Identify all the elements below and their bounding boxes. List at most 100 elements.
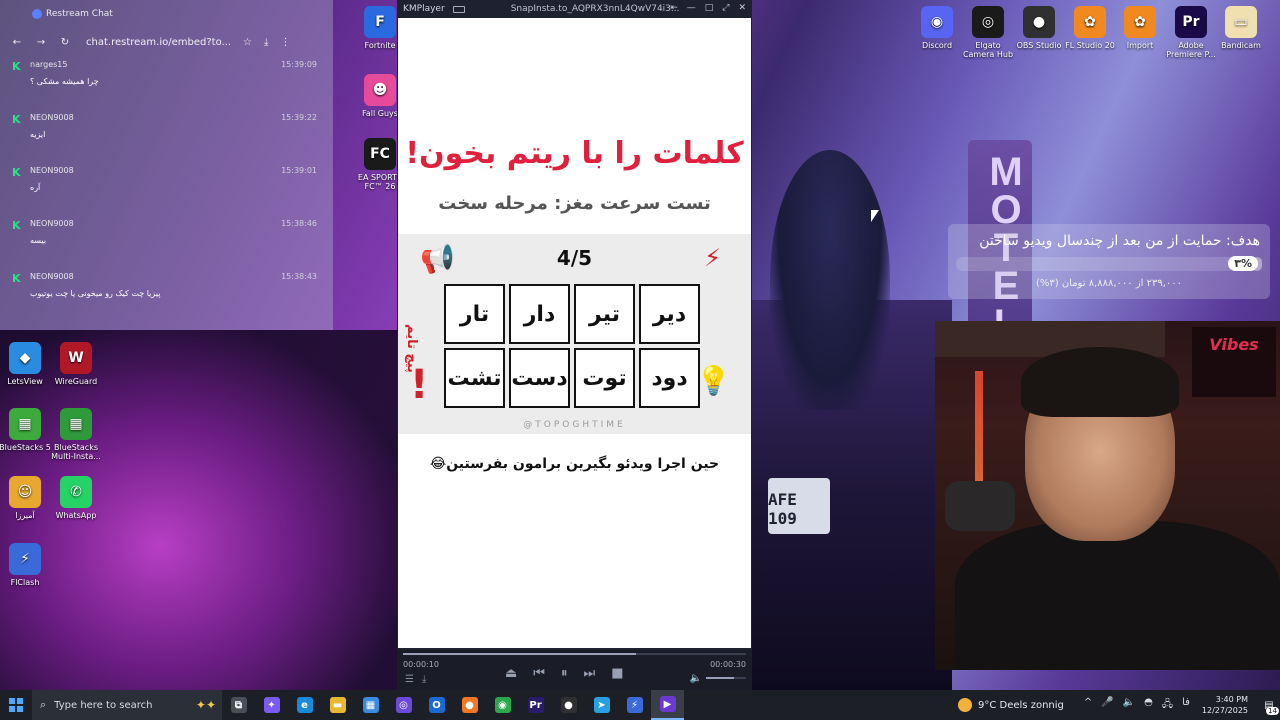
taskbar-app[interactable]: ✦ xyxy=(255,690,288,720)
open-file-icon[interactable]: ⤓ xyxy=(422,674,426,685)
desktop-shortcut[interactable]: ✿ FL Studio 20 xyxy=(1062,6,1118,50)
taskbar-app[interactable]: ◉ xyxy=(486,690,519,720)
task-view-icon: ⧉ xyxy=(230,697,247,713)
kick-logo-icon: K xyxy=(12,166,21,179)
word-cell: تشت xyxy=(444,348,505,408)
desktop-shortcut[interactable]: ◆ LetsView xyxy=(0,342,53,386)
desktop-shortcut-label: WireGuard xyxy=(54,377,98,386)
donation-amount: ۲۳۹,۰۰۰ از ۸,۸۸۸,۰۰۰ تومان (۳%) xyxy=(1035,278,1183,289)
desktop-shortcut-label: LetsView xyxy=(7,377,43,386)
flstudio-icon: ✿ xyxy=(1074,6,1106,38)
taskbar-app[interactable]: ● xyxy=(552,690,585,720)
taskbar: ⌕ Type here to search ✦✦ ⧉ ✦ e ▬ ▦ ◎ O ● ◉ Pr ● ➤ ⚡ ▶… xyxy=(0,690,1280,720)
bookmark-star-icon[interactable]: ☆ xyxy=(243,37,252,48)
pause-icon[interactable]: ⏸ xyxy=(561,666,568,681)
obs-icon: ● xyxy=(1023,6,1055,38)
word-cell: دست xyxy=(509,348,570,408)
desktop-shortcut[interactable]: ● OBS Studio xyxy=(1011,6,1067,50)
desktop-shortcut[interactable]: ◉ Discord xyxy=(909,6,965,50)
kmplayer-window: KMPlayer SnapInsta.to_AQPRX3nnL4QwV74i3.… xyxy=(397,0,752,690)
video-frame[interactable]: کلمات را با ریتم بخون! تست سرعت مغز: مرح… xyxy=(398,18,751,648)
weather-widget[interactable]: 9°C Deels zonnig xyxy=(958,698,1064,712)
taskbar-search[interactable]: ⌕ Type here to search ✦✦ xyxy=(32,690,222,720)
streamer-body xyxy=(955,521,1280,670)
volume-icon[interactable]: 🔈 xyxy=(1123,697,1135,714)
chat-timestamp: 15:39:01 xyxy=(281,166,317,175)
desktop-shortcut-label: Import xyxy=(1126,41,1154,50)
search-icon: ⌕ xyxy=(40,698,47,711)
kick-logo-icon: K xyxy=(12,272,21,285)
desktop-shortcut-label: BlueStacks 5 xyxy=(0,443,51,452)
lightbulb-icon: 💡 xyxy=(696,364,731,397)
taskbar-app[interactable]: Pr xyxy=(519,690,552,720)
desktop-shortcut[interactable]: ▦ BlueStacks 5 xyxy=(0,408,53,452)
chat-message: K NEON9008 15:39:22 ایزیه xyxy=(0,109,333,162)
chat-message: K NEON9008 15:38:43 پیزیا چت کیک رو میخونی … xyxy=(0,268,333,321)
playlist-icon[interactable]: ☰ xyxy=(405,674,414,685)
volume-slider[interactable] xyxy=(706,677,746,679)
battery-icon[interactable]: ◓ xyxy=(1144,697,1153,714)
word-grid: دیر تیر دار تار دود توت دست تشت xyxy=(444,284,700,408)
previous-icon[interactable]: ⏮ xyxy=(533,666,545,681)
clock[interactable]: 3:40 PM 12/27/2025 xyxy=(1202,694,1248,716)
stop-icon[interactable]: ■ xyxy=(611,666,623,681)
maximize-icon[interactable]: □ xyxy=(705,3,714,13)
telegram-icon: ➤ xyxy=(593,697,610,713)
desktop-shortcut[interactable]: ▭ Bandicam xyxy=(1213,6,1269,50)
desktop-shortcut[interactable]: ✆ WhatsApp xyxy=(48,476,104,520)
taskbar-app[interactable]: e xyxy=(288,690,321,720)
donation-percent-badge: ۳% xyxy=(1228,256,1258,271)
copilot-icon: ✦ xyxy=(263,697,280,713)
taskbar-app[interactable]: ● xyxy=(453,690,486,720)
kmplayer-controls: 00:00:10 00:00:30 ☰ ⤓ ⏏ ⏮ ⏸ ⏭ ■ 🔈 xyxy=(397,650,752,690)
taskbar-app[interactable]: ⚡ xyxy=(618,690,651,720)
menu-dots-icon[interactable]: ⋮ xyxy=(280,37,290,48)
desktop-shortcut[interactable]: W WireGuard xyxy=(48,342,104,386)
taskbar-app[interactable]: ⧉ xyxy=(222,690,255,720)
reload-icon[interactable]: ↻ xyxy=(58,37,72,48)
bluestacks-multi-icon: ▦ xyxy=(60,408,92,440)
close-icon[interactable]: ✕ xyxy=(738,3,746,13)
video-note: حین اجرا ویدئو بگیرین برامون بفرستین😂 xyxy=(429,456,720,472)
letsview-icon: ◆ xyxy=(9,342,41,374)
restream-url[interactable]: chat.restream.io/embed?to... xyxy=(86,37,231,48)
forward-icon[interactable]: → xyxy=(34,37,48,48)
notification-count: 14 xyxy=(1266,707,1279,715)
desktop-shortcut[interactable]: ▦ BlueStacks Multi-Insta... xyxy=(48,408,104,461)
desktop-shortcut-label: WhatsApp xyxy=(55,511,97,520)
eject-icon[interactable]: ⏏ xyxy=(505,666,517,681)
pin-icon[interactable]: ⇤ xyxy=(670,3,678,13)
taskbar-app[interactable]: ▬ xyxy=(321,690,354,720)
network-icon[interactable]: 🖧 xyxy=(1162,697,1173,714)
desktop-shortcut[interactable]: ✿ Import xyxy=(1112,6,1168,50)
taskbar-app[interactable]: ➤ xyxy=(585,690,618,720)
eafc-icon: FC xyxy=(364,138,396,170)
start-button[interactable] xyxy=(0,690,32,720)
taskbar-app[interactable]: ◎ xyxy=(387,690,420,720)
speaker-icon[interactable]: 🔈 xyxy=(690,673,702,684)
next-icon[interactable]: ⏭ xyxy=(584,666,596,681)
desktop-shortcut[interactable]: Pr Adobe Premiere P... xyxy=(1163,6,1219,59)
back-icon[interactable]: ← xyxy=(10,37,24,48)
mini-mode-icon[interactable] xyxy=(452,5,465,13)
desktop-shortcut[interactable]: ◎ Elgato Camera Hub xyxy=(960,6,1016,59)
video-subtitle: تست سرعت مغز: مرحله سخت xyxy=(438,193,711,214)
download-icon[interactable]: ⤓ xyxy=(264,37,268,48)
show-hidden-icons-icon[interactable]: ^ xyxy=(1084,697,1092,714)
taskbar-app[interactable]: ▦ xyxy=(354,690,387,720)
import-icon: ✿ xyxy=(1124,6,1156,38)
chat-message-list: Knarges15 15:39:09 چرا همیشه مشکی ؟ K NEON90… xyxy=(0,56,333,321)
microphone-icon[interactable]: 🎤 xyxy=(1101,697,1113,714)
desktop-shortcut[interactable]: ☺ آمیرزا xyxy=(0,476,53,520)
seek-bar[interactable] xyxy=(403,653,746,655)
taskbar-app[interactable]: ▶ xyxy=(651,690,684,720)
language-indicator[interactable]: فا xyxy=(1182,697,1190,714)
minimize-icon[interactable]: — xyxy=(687,3,696,13)
word-puzzle: 📢 4/5 ⚡ پیچ تایم ! 💡 دیر تیر دار تار دود توت د… xyxy=(398,234,751,434)
bluestacks-icon: ▦ xyxy=(9,408,41,440)
taskbar-app[interactable]: O xyxy=(420,690,453,720)
desktop-shortcut[interactable]: ⚡ FlClash xyxy=(0,543,53,587)
notification-center[interactable]: ▤ 14 xyxy=(1258,690,1280,720)
fullscreen-icon[interactable]: ⤢ xyxy=(722,3,729,13)
kmplayer-titlebar: KMPlayer SnapInsta.to_AQPRX3nnL4QwV74i3.… xyxy=(397,0,752,18)
